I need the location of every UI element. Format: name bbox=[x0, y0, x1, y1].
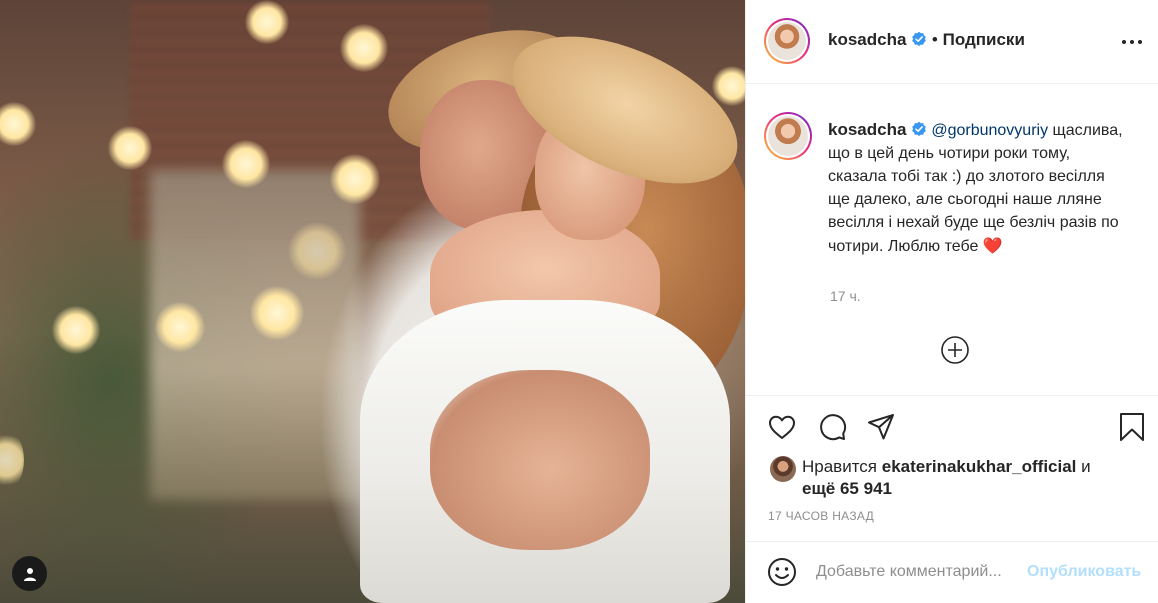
liker-avatar[interactable] bbox=[770, 456, 796, 482]
following-button[interactable]: Подписки bbox=[943, 30, 1025, 49]
smiley-icon[interactable] bbox=[766, 556, 798, 588]
publish-button[interactable]: Опубликовать bbox=[1027, 563, 1141, 581]
header-separator: • bbox=[931, 30, 938, 49]
user-tag-icon bbox=[23, 567, 36, 581]
string-light bbox=[155, 302, 205, 352]
comment-input[interactable] bbox=[816, 558, 1026, 586]
likes-conjunction: и bbox=[1081, 457, 1091, 476]
verified-badge-icon bbox=[912, 121, 926, 136]
string-light bbox=[108, 126, 152, 170]
caption-username-link[interactable]: kosadcha bbox=[828, 120, 906, 139]
verified-badge-icon bbox=[912, 31, 926, 46]
post-side-panel: kosadcha • Подписки kosadcha @gorbunovyu… bbox=[745, 0, 1158, 603]
likes-count-link[interactable]: ещё 65 941 bbox=[802, 479, 892, 498]
share-icon[interactable] bbox=[865, 411, 897, 443]
string-light bbox=[222, 140, 270, 188]
bookmark-icon[interactable] bbox=[1116, 411, 1148, 443]
mention-link[interactable]: @gorbunovyuriy bbox=[931, 122, 1048, 139]
liker-username-link[interactable]: ekaterinakukhar_official bbox=[882, 457, 1077, 476]
comment-icon[interactable] bbox=[816, 411, 848, 443]
string-light bbox=[250, 286, 304, 340]
plus-circle-icon[interactable] bbox=[940, 335, 970, 365]
caption-author-avatar[interactable] bbox=[764, 112, 812, 160]
string-light bbox=[0, 430, 24, 490]
heart-icon[interactable] bbox=[766, 411, 798, 443]
red-heart-emoji: ❤️ bbox=[982, 236, 1003, 255]
author-avatar[interactable] bbox=[764, 18, 810, 64]
header-username-link[interactable]: kosadcha bbox=[828, 30, 906, 49]
header-author: kosadcha • Подписки bbox=[828, 30, 1025, 50]
caption-timestamp[interactable]: 17 ч. bbox=[830, 288, 861, 304]
comment-bar: Опубликовать bbox=[746, 541, 1158, 603]
string-light bbox=[245, 0, 289, 44]
string-light bbox=[712, 66, 745, 106]
embracing-hands bbox=[430, 370, 650, 550]
string-light bbox=[0, 102, 36, 146]
post-caption: kosadcha @gorbunovyuriy щаслива, що в це… bbox=[828, 118, 1128, 258]
more-options-icon[interactable] bbox=[1118, 28, 1146, 56]
post-header: kosadcha • Подписки bbox=[746, 0, 1158, 84]
post-actions: Нравится ekaterinakukhar_official и ещё … bbox=[746, 395, 1158, 603]
caption-text: щаслива, що в цей день чотири роки тому,… bbox=[828, 122, 1123, 255]
post-date[interactable]: 17 ЧАСОВ НАЗАД bbox=[768, 509, 874, 523]
string-light bbox=[340, 24, 388, 72]
likes-prefix: Нравится bbox=[802, 457, 878, 476]
post-photo[interactable] bbox=[0, 0, 745, 603]
user-tag-button[interactable] bbox=[12, 556, 47, 591]
string-light bbox=[52, 306, 100, 354]
